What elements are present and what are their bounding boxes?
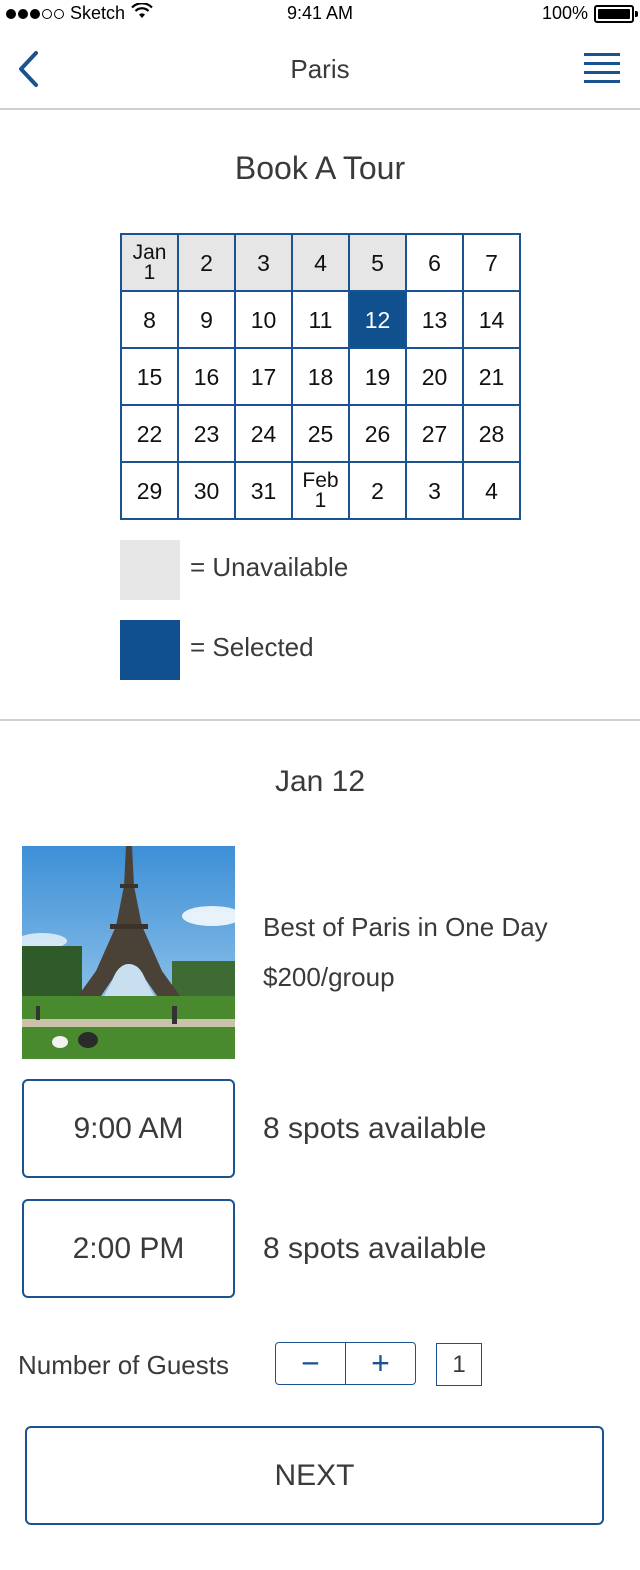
selected-date-heading: Jan 12 xyxy=(274,765,366,798)
time-slot-spots-1: 8 spots available xyxy=(263,1112,487,1145)
calendar-day[interactable]: 12 xyxy=(350,292,405,347)
next-button[interactable]: NEXT xyxy=(25,1426,604,1525)
calendar-day[interactable]: 22 xyxy=(122,406,177,461)
calendar-grid: Jan 1 2 3 4 5 6 7 8 9 10 11 12 13 14 15 16 17 18 19 20 21 22 2… xyxy=(120,233,521,520)
legend-selected-swatch xyxy=(120,620,180,680)
calendar-day[interactable]: 29 xyxy=(122,463,177,518)
legend-unavailable-swatch xyxy=(120,540,180,600)
legend-selected-label: = Selected xyxy=(190,632,314,662)
calendar-day[interactable]: 19 xyxy=(350,349,405,404)
guest-count-field[interactable]: 1 xyxy=(436,1343,482,1386)
calendar-day[interactable]: 15 xyxy=(122,349,177,404)
calendar-day: 3 xyxy=(236,235,291,290)
tour-photo xyxy=(22,846,235,1059)
calendar-day[interactable]: 9 xyxy=(179,292,234,347)
calendar-day: 2 xyxy=(179,235,234,290)
hamburger-menu-icon xyxy=(584,53,620,83)
calendar-day[interactable]: 3 xyxy=(407,463,462,518)
calendar-day[interactable]: 8 xyxy=(122,292,177,347)
calendar-day[interactable]: 25 xyxy=(293,406,348,461)
calendar-day[interactable]: 27 xyxy=(407,406,462,461)
calendar-day[interactable]: 16 xyxy=(179,349,234,404)
status-right: 100% xyxy=(541,3,638,24)
battery-icon xyxy=(594,4,638,23)
calendar-day[interactable]: 4 xyxy=(464,463,519,518)
increment-button[interactable]: + xyxy=(346,1343,415,1384)
calendar-day[interactable]: 10 xyxy=(236,292,291,347)
navigation-bar: Paris xyxy=(0,30,640,110)
calendar-day[interactable]: 13 xyxy=(407,292,462,347)
calendar-day[interactable]: 23 xyxy=(179,406,234,461)
status-bar: Sketch 9:41 AM 100% xyxy=(0,0,640,30)
calendar-day[interactable]: 17 xyxy=(236,349,291,404)
battery-percent: 100% xyxy=(541,3,588,23)
time-slot-button-2[interactable]: 2:00 PM xyxy=(22,1199,235,1298)
calendar-day[interactable]: 21 xyxy=(464,349,519,404)
calendar-day[interactable]: 30 xyxy=(179,463,234,518)
calendar-day[interactable]: 14 xyxy=(464,292,519,347)
page-title: Paris xyxy=(290,54,350,84)
calendar-day[interactable]: 11 xyxy=(293,292,348,347)
calendar-day[interactable]: 7 xyxy=(464,235,519,290)
calendar-day[interactable]: 20 xyxy=(407,349,462,404)
calendar-day[interactable]: 24 xyxy=(236,406,291,461)
calendar-day: 5 xyxy=(350,235,405,290)
tour-name: Best of Paris in One Day xyxy=(263,912,548,942)
calendar-day[interactable]: 18 xyxy=(293,349,348,404)
calendar-day[interactable]: 31 xyxy=(236,463,291,518)
guests-label: Number of Guests xyxy=(18,1350,229,1380)
calendar-day[interactable]: 28 xyxy=(464,406,519,461)
menu-button[interactable] xyxy=(584,50,624,90)
decrement-button[interactable]: − xyxy=(276,1343,346,1384)
calendar-day[interactable]: 6 xyxy=(407,235,462,290)
calendar-day[interactable]: 2 xyxy=(350,463,405,518)
time-slot-button-1[interactable]: 9:00 AM xyxy=(22,1079,235,1178)
calendar-day[interactable]: Feb 1 xyxy=(293,463,348,518)
calendar-day[interactable]: 26 xyxy=(350,406,405,461)
section-divider xyxy=(0,719,640,721)
tour-price: $200/group xyxy=(263,962,395,992)
legend-unavailable-label: = Unavailable xyxy=(190,552,349,582)
guests-stepper: − + xyxy=(275,1342,416,1385)
calendar-day: Jan 1 xyxy=(122,235,177,290)
calendar-day: 4 xyxy=(293,235,348,290)
book-tour-heading: Book A Tour xyxy=(234,150,406,186)
time-slot-spots-2: 8 spots available xyxy=(263,1232,487,1265)
